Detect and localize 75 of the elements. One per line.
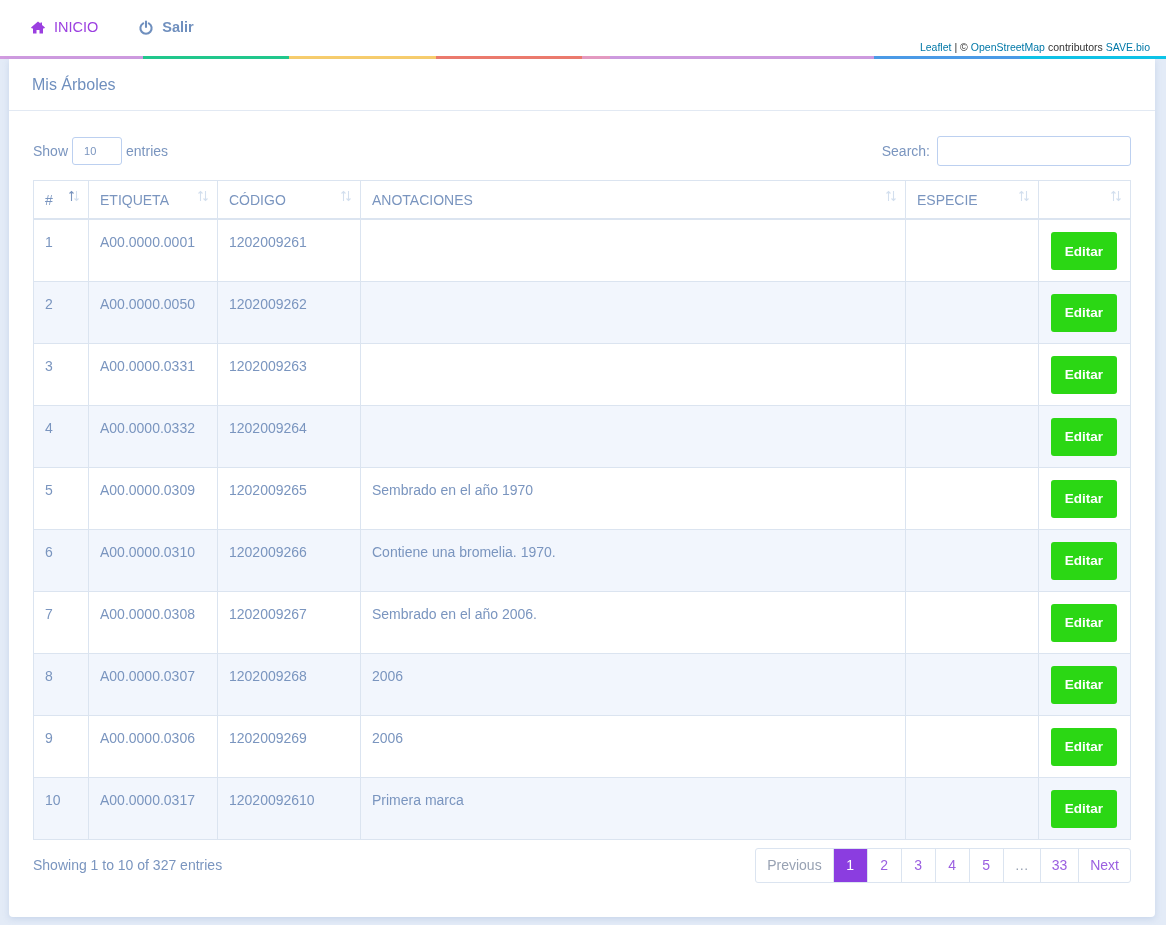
table-cell: A00.0000.0310	[100, 543, 195, 560]
column-header[interactable]: ETIQUETA	[88, 180, 218, 219]
edit-button[interactable]: Editar	[1051, 727, 1117, 766]
table-cell: 4	[45, 419, 53, 436]
table-cell: 2006	[372, 729, 404, 746]
table-cell: Sembrado en el año 2006.	[372, 605, 537, 622]
entries-label: entries	[126, 143, 169, 159]
edit-button[interactable]: Editar	[1051, 417, 1117, 456]
table-cell: Contiene una bromelia. 1970.	[372, 543, 556, 560]
table-cell: Sembrado en el año 1970	[372, 481, 534, 498]
edit-button[interactable]: Editar	[1051, 665, 1117, 704]
table-cell: A00.0000.0001	[100, 234, 195, 250]
edit-button[interactable]: Editar	[1051, 232, 1117, 270]
table-cell: 1202009268	[229, 667, 307, 684]
edit-button[interactable]: Editar	[1051, 789, 1117, 828]
page-link[interactable]: 1	[832, 848, 867, 882]
table-cell: A00.0000.0306	[100, 729, 195, 746]
page-link[interactable]: 5	[968, 848, 1003, 882]
power-icon	[138, 19, 155, 35]
table-cell: 1202009266	[229, 543, 307, 560]
table-cell: A00.0000.0309	[100, 481, 195, 498]
table-cell: A00.0000.0332	[100, 419, 195, 436]
table-cell: A00.0000.0050	[100, 295, 195, 312]
table-cell: A00.0000.0317	[100, 791, 195, 808]
page-link[interactable]: 4	[934, 848, 969, 882]
edit-button[interactable]: Editar	[1051, 479, 1117, 518]
table-cell: 3	[45, 357, 53, 374]
table-cell: A00.0000.0331	[100, 357, 195, 374]
column-header[interactable]	[1038, 180, 1131, 219]
table-cell: 7	[45, 605, 53, 622]
edit-button[interactable]: Editar	[1051, 603, 1117, 642]
edit-button[interactable]: Editar	[1051, 355, 1117, 394]
table-cell: 12020092610	[229, 791, 315, 808]
page-link[interactable]: 2	[866, 848, 901, 882]
nav-link[interactable]: INICIO	[30, 19, 99, 35]
table-cell: 9	[45, 729, 53, 746]
column-header[interactable]: #	[33, 180, 89, 219]
column-header[interactable]: ESPECIE	[905, 180, 1039, 219]
table-cell: Primera marca	[372, 791, 464, 808]
table-cell: A00.0000.0307	[100, 667, 195, 684]
table-cell: 1	[45, 234, 53, 250]
column-header[interactable]: CÓDIGO	[217, 180, 361, 219]
edit-button[interactable]: Editar	[1051, 541, 1117, 580]
attribution-link[interactable]: OpenStreetMap	[970, 41, 1045, 53]
home-icon	[30, 19, 46, 35]
search-label: Search:	[881, 143, 930, 159]
attribution-text: contributors	[1047, 41, 1103, 53]
nav-link[interactable]: Salir	[138, 19, 194, 35]
column-header[interactable]: ANOTACIONES	[360, 180, 906, 219]
table-cell: 1202009261	[229, 234, 307, 250]
page-link[interactable]: 3	[900, 848, 935, 882]
table-cell: 2006	[372, 667, 404, 684]
entries-select[interactable]: 10	[72, 137, 123, 165]
card-title: Mis Árboles	[32, 75, 116, 94]
table-cell: 2	[45, 295, 53, 312]
table-cell: 1202009264	[229, 419, 307, 436]
search-field[interactable]	[937, 136, 1131, 166]
table-cell: 1202009262	[229, 295, 307, 312]
table-cell: 1202009263	[229, 357, 307, 374]
table-cell: 10	[45, 791, 61, 808]
edit-button[interactable]: Editar	[1051, 293, 1117, 332]
table-cell: 6	[45, 543, 53, 560]
table-cell: 1202009269	[229, 729, 307, 746]
attribution-link[interactable]: Leaflet	[919, 41, 952, 53]
page-link[interactable]: 33	[1039, 848, 1079, 882]
entries-info: Showing 1 to 10 of 327 entries	[33, 857, 223, 873]
attribution-link[interactable]: SAVE.bio	[1105, 41, 1150, 53]
table-cell: 5	[45, 481, 53, 498]
attribution-text: | ©	[954, 41, 968, 53]
table-cell: 1202009265	[229, 481, 307, 498]
table-cell: A00.0000.0308	[100, 605, 195, 622]
page-link[interactable]: Next	[1078, 848, 1130, 882]
table-cell: 8	[45, 667, 53, 684]
show-label: Show	[33, 143, 69, 159]
table-cell: 1202009267	[229, 605, 307, 622]
